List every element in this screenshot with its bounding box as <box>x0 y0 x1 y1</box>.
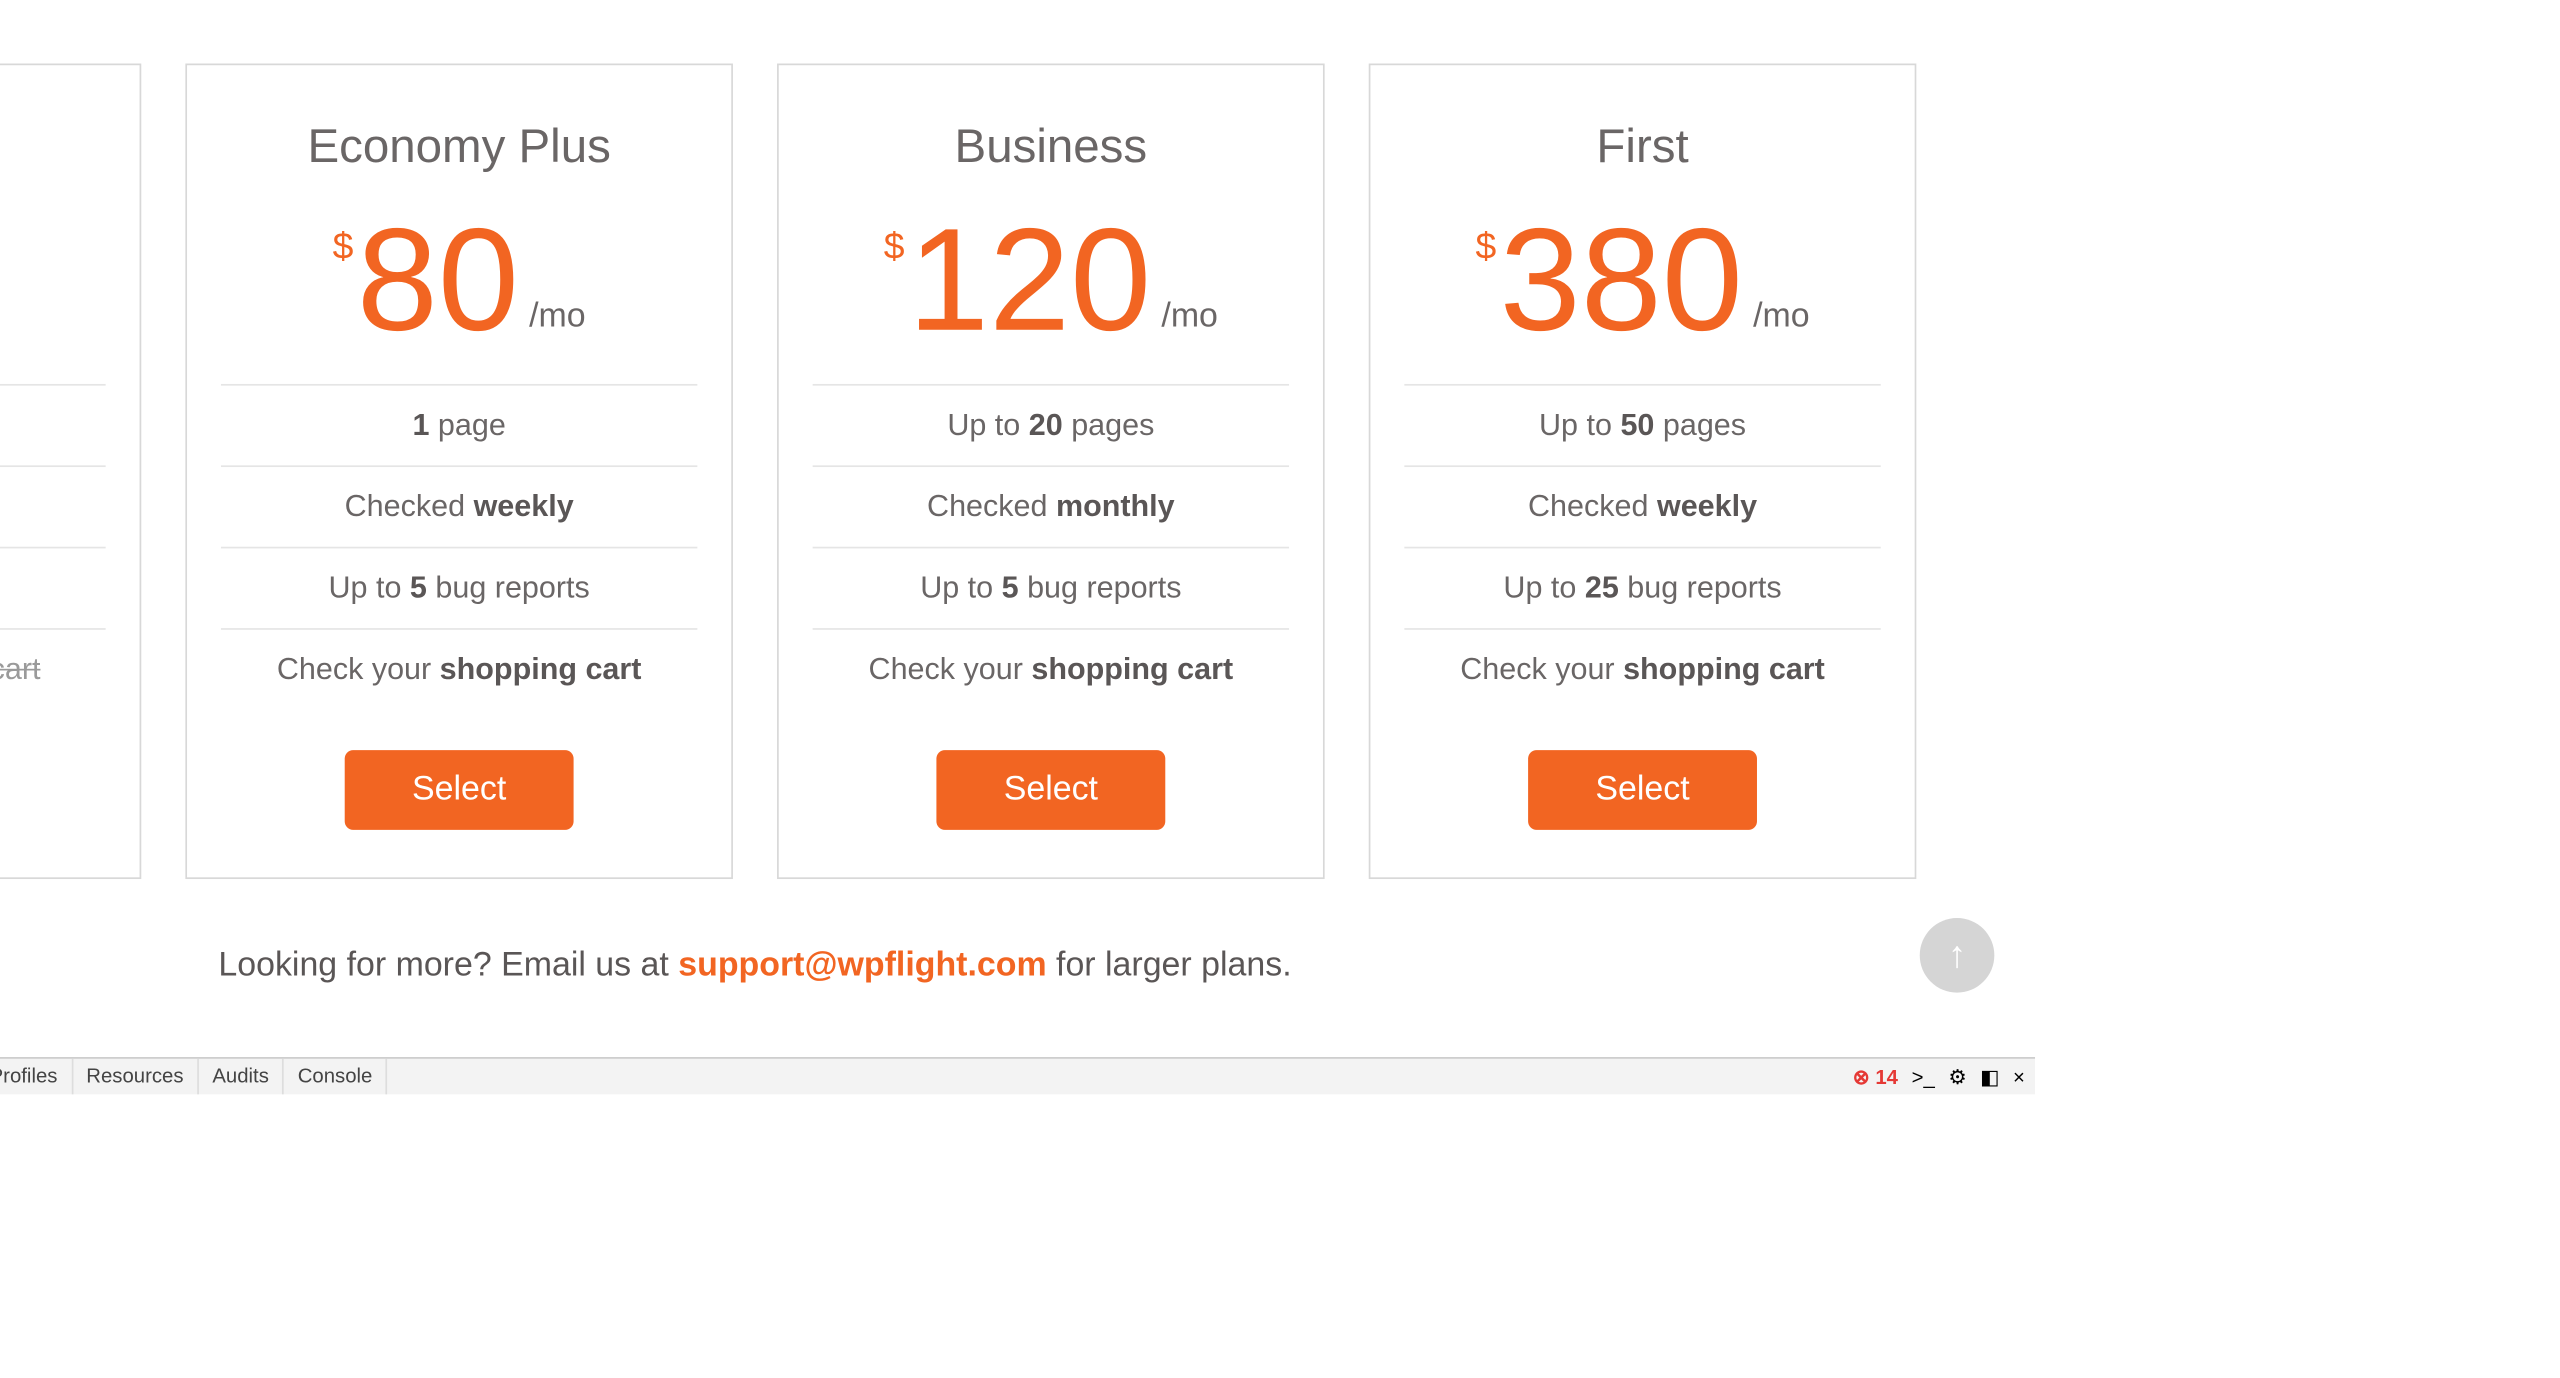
amount: 380 <box>1500 208 1743 354</box>
amount: 80 <box>357 208 519 354</box>
plan-feature: Up to 5 bug reports <box>813 547 1289 628</box>
arrow-up-icon: ↑ <box>1948 933 1967 977</box>
plan-feature: Checked monthly <box>0 465 106 546</box>
devtools-console-icon[interactable]: >_ <box>1912 1065 1935 1089</box>
footer-post: for larger plans. <box>1047 947 1292 984</box>
plan-feature: Check your shopping cart <box>221 628 697 709</box>
plan-title: Business <box>813 119 1289 173</box>
plan-feature: Checked weekly <box>221 465 697 546</box>
plan-economy-plus: Economy Plus $80/mo 1 pageChecked weeklyUp… <box>185 64 733 879</box>
error-count[interactable]: ⊗ 14 <box>1853 1065 1898 1089</box>
devtools-close-icon[interactable]: × <box>2013 1065 2025 1089</box>
plan-feature: 1 page <box>221 384 697 465</box>
amount: 120 <box>908 208 1151 354</box>
period: /mo <box>529 297 586 336</box>
page-content: 30 day money-back guarantee wpFlight Abo… <box>0 0 2035 1057</box>
plan-feature: Check your shopping cart <box>813 628 1289 709</box>
plan-price: $25/mo <box>0 208 106 354</box>
period: /mo <box>1753 297 1810 336</box>
plan-business: Business $120/mo Up to 20 pagesChecked mon… <box>777 64 1325 879</box>
plan-price: $80/mo <box>221 208 697 354</box>
period: /mo <box>1161 297 1218 336</box>
plan-feature: 1 page <box>0 384 106 465</box>
devtools-dock-icon[interactable]: ◧ <box>1980 1065 1999 1089</box>
plan-feature: Up to 50 pages <box>1404 384 1880 465</box>
devtools-tab-audits[interactable]: Audits <box>199 1059 284 1095</box>
select-button[interactable]: Select <box>936 750 1166 830</box>
devtools-settings-icon[interactable]: ⚙ <box>1948 1065 1966 1089</box>
plan-title: Economy <box>0 119 106 173</box>
plan-price: $380/mo <box>1404 208 1880 354</box>
plan-feature: Up to 25 bug reports <box>1404 547 1880 628</box>
support-email-link[interactable]: support@wpflight.com <box>678 947 1046 984</box>
plan-economy: Economy $25/mo 1 pageChecked monthlyUp to … <box>0 64 141 879</box>
plan-feature: Check your shopping cart <box>1404 628 1880 709</box>
footer-pre: Looking for more? Email us at <box>218 947 678 984</box>
plan-price: $120/mo <box>813 208 1289 354</box>
plan-feature: Up to 3 bug reports <box>0 547 106 628</box>
plan-first: First $380/mo Up to 50 pagesChecked weekly… <box>1369 64 1917 879</box>
devtools-tab-resources[interactable]: Resources <box>73 1059 199 1095</box>
devtools-tab-profiles[interactable]: Profiles <box>0 1059 73 1095</box>
currency: $ <box>1475 225 1496 269</box>
select-button[interactable]: Select <box>1528 750 1758 830</box>
plan-feature: Checked monthly <box>813 465 1289 546</box>
plan-feature: Check your shopping cart <box>0 628 106 709</box>
select-button[interactable]: Select <box>344 750 574 830</box>
plan-feature: Up to 5 bug reports <box>221 547 697 628</box>
devtools-toolbar[interactable]: 🔍 ▯ ElementsNetworkSourcesTimelineProfil… <box>0 1057 2035 1094</box>
plan-title: Economy Plus <box>221 119 697 173</box>
currency: $ <box>884 225 905 269</box>
pricing-grid: Economy$25/mo1 pageChecked monthlyUp to … <box>0 0 2035 920</box>
footer-cta: Looking for more? Email us at support@wp… <box>0 947 2035 986</box>
devtools-tab-console[interactable]: Console <box>284 1059 387 1095</box>
plan-feature: Checked weekly <box>1404 465 1880 546</box>
currency: $ <box>333 225 354 269</box>
scroll-to-top-button[interactable]: ↑ <box>1920 918 1995 993</box>
plan-title: First <box>1404 119 1880 173</box>
plan-feature: Up to 20 pages <box>813 384 1289 465</box>
